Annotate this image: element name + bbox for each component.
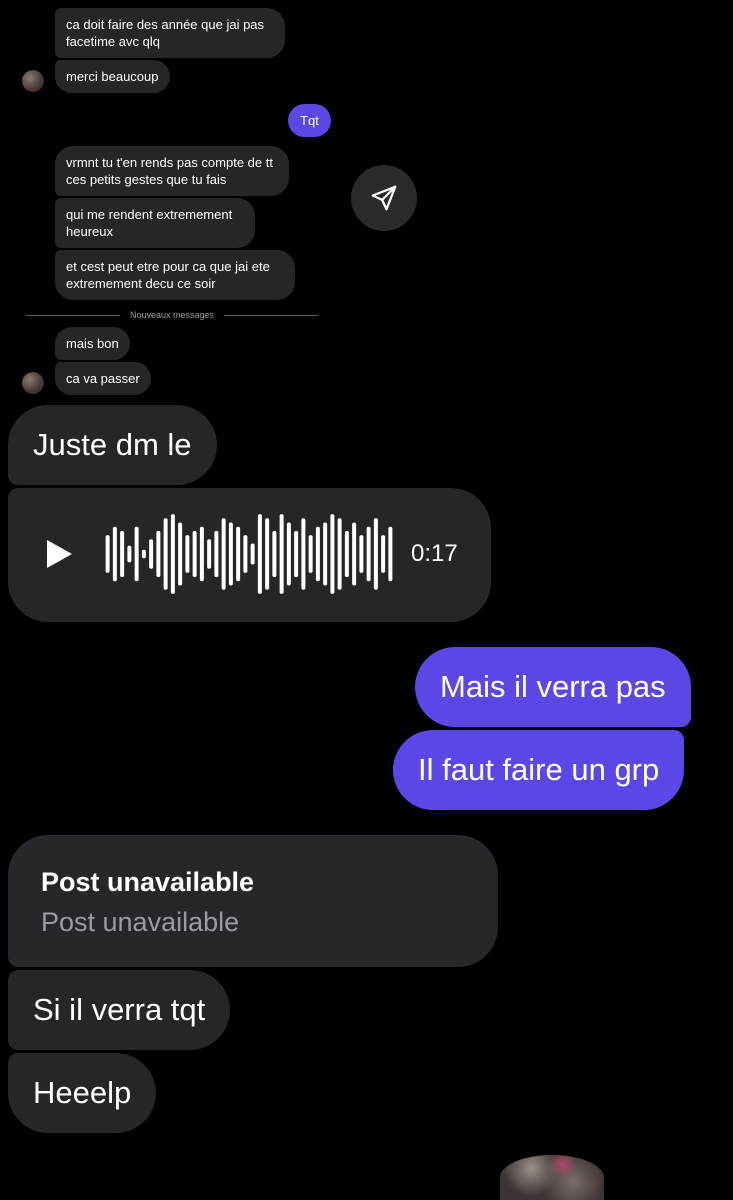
waveform-bar (199, 526, 204, 582)
waveform-bar (323, 522, 328, 586)
waveform-bar (301, 518, 306, 590)
waveform-bar (214, 530, 219, 578)
divider-line (224, 314, 319, 316)
waveform-bar (352, 522, 357, 586)
waveform-bar (373, 518, 378, 590)
message-bubble-incoming[interactable]: ca va passer (55, 362, 151, 395)
waveform-bar (127, 545, 132, 563)
audio-waveform[interactable] (104, 512, 394, 596)
message-bubble-outgoing[interactable]: Tqt (288, 104, 331, 137)
message-text: merci beaucoup (66, 69, 159, 84)
message-bubble-outgoing[interactable]: Il faut faire un grp (393, 730, 685, 810)
waveform-bar (337, 518, 342, 590)
waveform-bar (112, 526, 117, 582)
waveform-bar (344, 530, 349, 578)
message-text: ca doit faire des année que jai pas face… (66, 17, 265, 49)
message-bubble-incoming[interactable]: vrmnt tu t'en rends pas compte de tt ces… (55, 146, 289, 196)
waveform-bar (163, 518, 168, 590)
waveform-bar (120, 530, 125, 578)
waveform-bar (381, 535, 386, 573)
divider-label: Nouveaux messages (129, 310, 215, 320)
waveform-bar (236, 526, 241, 582)
waveform-bar (134, 526, 139, 582)
message-bubble-incoming[interactable]: Heeelp (8, 1053, 157, 1133)
message-text: et cest peut etre pour ca que jai ete ex… (66, 259, 270, 291)
divider-line (26, 314, 120, 316)
voice-duration: 0:17 (411, 540, 458, 567)
waveform-bar (359, 535, 364, 573)
message-text: Il faut faire un grp (418, 752, 660, 787)
waveform-bar (330, 514, 335, 594)
waveform-bar (185, 535, 190, 573)
profile-photo-thumbnail[interactable] (500, 1155, 604, 1200)
message-text: ca va passer (66, 371, 140, 386)
waveform-bar (141, 549, 146, 559)
message-bubble-incoming[interactable]: ca doit faire des année que jai pas face… (55, 8, 285, 58)
message-bubble-incoming[interactable]: et cest peut etre pour ca que jai ete ex… (55, 250, 295, 300)
waveform-bar (279, 514, 284, 594)
waveform-bar (170, 514, 175, 594)
message-bubble-outgoing[interactable]: Mais il verra pas (415, 647, 691, 727)
waveform-bar (243, 535, 248, 573)
waveform-bar (315, 526, 320, 582)
message-text: vrmnt tu t'en rends pas compte de tt ces… (66, 155, 273, 187)
waveform-bar (265, 518, 270, 590)
waveform-bar (149, 539, 154, 569)
message-text: Mais il verra pas (440, 669, 666, 704)
message-bubble-incoming[interactable]: qui me rendent extremement heureux (55, 198, 255, 248)
waveform-bar (156, 530, 161, 578)
message-text: Tqt (300, 113, 319, 128)
waveform-bar (221, 518, 226, 590)
play-icon[interactable] (44, 538, 74, 570)
message-bubble-incoming[interactable]: Si il verra tqt (8, 970, 231, 1050)
waveform-bar (272, 530, 277, 578)
waveform-bar (308, 535, 313, 573)
message-text: qui me rendent extremement heureux (66, 207, 233, 239)
contact-avatar[interactable] (22, 372, 44, 394)
post-subtitle: Post unavailable (41, 907, 240, 937)
share-button[interactable] (351, 165, 417, 231)
message-bubble-incoming[interactable]: mais bon (55, 327, 130, 360)
message-text: mais bon (66, 336, 119, 351)
waveform-bar (250, 543, 255, 565)
post-title: Post unavailable (41, 867, 255, 897)
waveform-bar (178, 522, 183, 586)
shared-post-card[interactable]: Post unavailable Post unavailable (8, 835, 498, 967)
send-icon (371, 185, 397, 211)
waveform-bar (388, 526, 393, 582)
waveform-bar (207, 539, 212, 569)
waveform-bar (105, 535, 110, 573)
contact-avatar[interactable] (22, 70, 44, 92)
waveform-bar (286, 522, 291, 586)
message-text: Si il verra tqt (33, 992, 206, 1027)
message-bubble-incoming[interactable]: Juste dm le (8, 405, 217, 485)
new-messages-divider: Nouveaux messages (26, 309, 319, 321)
waveform-bar (228, 522, 233, 586)
message-bubble-incoming[interactable]: merci beaucoup (55, 60, 170, 93)
waveform-bar (294, 530, 299, 578)
message-text: Heeelp (33, 1075, 132, 1110)
waveform-bar (366, 526, 371, 582)
waveform-bar (257, 514, 262, 594)
message-text: Juste dm le (33, 427, 192, 462)
waveform-bar (192, 530, 197, 578)
